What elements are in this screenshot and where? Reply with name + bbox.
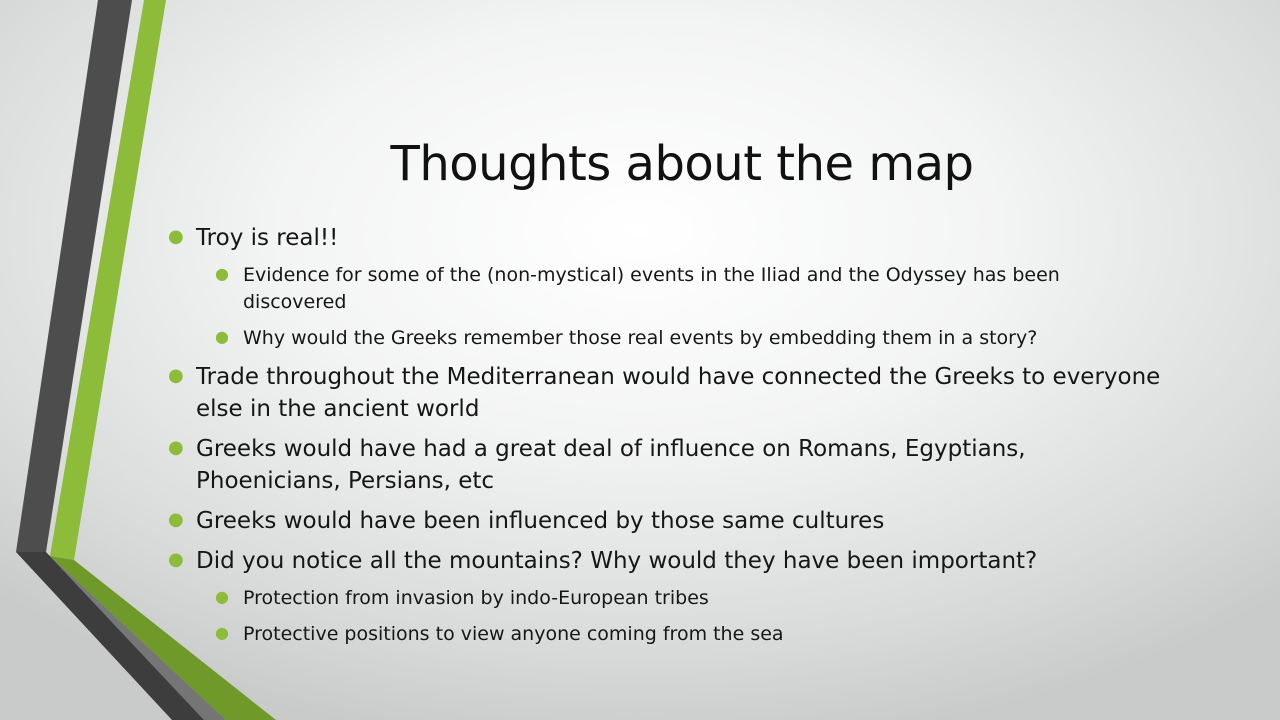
dark-stripe-upper bbox=[16, 0, 132, 552]
sub-bullet-item: ● Protective positions to view anyone co… bbox=[168, 621, 1168, 648]
bullet-item: ● Greeks would have been influenced by t… bbox=[168, 505, 1168, 537]
bullet-text: Greeks would have had a great deal of in… bbox=[196, 436, 1026, 494]
bullet-dot-icon: ● bbox=[168, 365, 184, 386]
bullet-text: Evidence for some of the (non-mystical) … bbox=[243, 264, 1060, 313]
slide-title: Thoughts about the map bbox=[390, 136, 974, 192]
bullet-dot-icon: ● bbox=[168, 549, 184, 570]
bullet-item: ● Greeks would have had a great deal of … bbox=[168, 433, 1168, 497]
bullet-text: Troy is real!! bbox=[196, 225, 339, 251]
bullet-dot-icon: ● bbox=[168, 509, 184, 530]
bullet-dot-icon: ● bbox=[215, 264, 229, 283]
sub-bullet-item: ● Why would the Greeks remember those re… bbox=[168, 325, 1168, 352]
bullet-dot-icon: ● bbox=[215, 623, 229, 642]
bullet-text: Protection from invasion by indo-Europea… bbox=[243, 587, 709, 609]
bullet-text: Why would the Greeks remember those real… bbox=[243, 327, 1038, 349]
sub-bullet-item: ● Evidence for some of the (non-mystical… bbox=[168, 262, 1168, 316]
bullet-dot-icon: ● bbox=[215, 587, 229, 606]
bullet-item: ● Did you notice all the mountains? Why … bbox=[168, 545, 1168, 577]
bullet-text: Greeks would have been influenced by tho… bbox=[196, 508, 885, 534]
bullet-item: ● Troy is real!! bbox=[168, 222, 1168, 254]
bullet-text: Did you notice all the mountains? Why wo… bbox=[196, 548, 1038, 574]
bullet-text: Trade throughout the Mediterranean would… bbox=[196, 364, 1161, 422]
bullet-dot-icon: ● bbox=[215, 327, 229, 346]
bullet-dot-icon: ● bbox=[168, 437, 184, 458]
bullet-item: ● Trade throughout the Mediterranean wou… bbox=[168, 361, 1168, 425]
bullet-dot-icon: ● bbox=[168, 226, 184, 247]
green-stripe-upper bbox=[50, 0, 166, 560]
sub-bullet-item: ● Protection from invasion by indo-Europ… bbox=[168, 585, 1168, 612]
bullet-text: Protective positions to view anyone comi… bbox=[243, 623, 784, 645]
bullet-list: ● Troy is real!! ● Evidence for some of … bbox=[168, 222, 1168, 657]
